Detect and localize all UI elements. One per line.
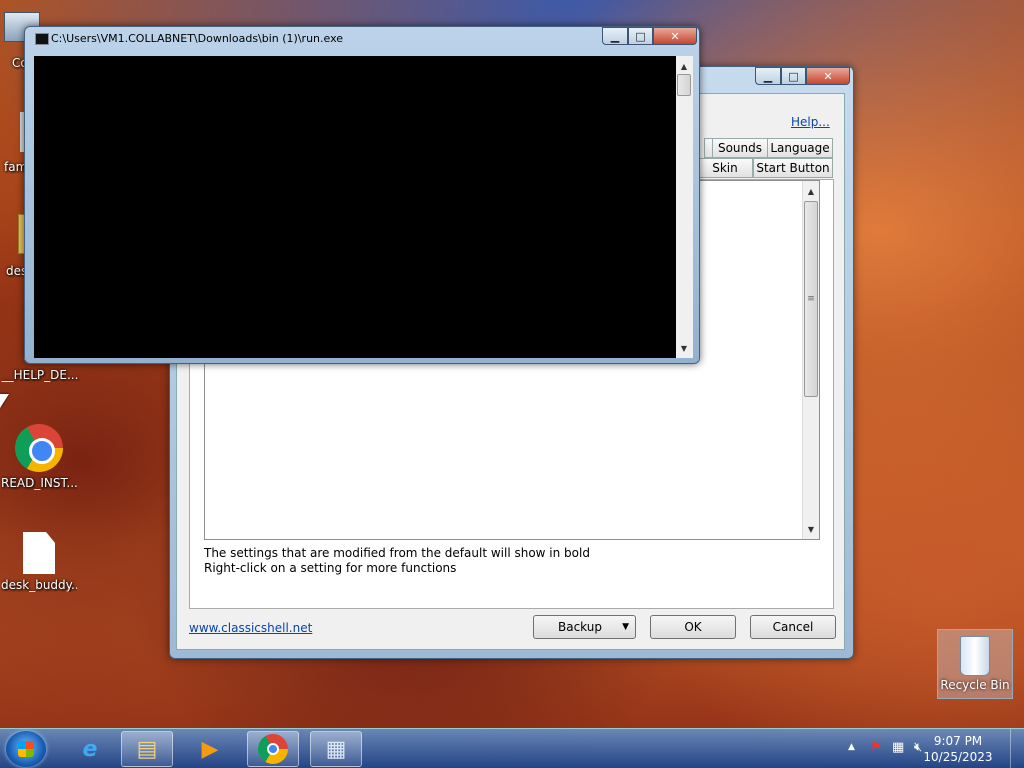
scroll-up-arrow-icon[interactable]: ▲ xyxy=(676,58,692,74)
scroll-up-arrow-icon[interactable]: ▲ xyxy=(803,183,819,199)
info-line-bold-hint: The settings that are modified from the … xyxy=(204,546,590,560)
info-line-right-click-hint: Right-click on a setting for more functi… xyxy=(204,561,457,575)
desktop-icon-desk-buddy[interactable]: desk_buddy... xyxy=(1,532,77,592)
recycle-bin-icon xyxy=(960,636,990,676)
mouse-cursor-icon xyxy=(0,394,9,408)
console-window-icon xyxy=(35,33,49,45)
ok-button[interactable]: OK xyxy=(650,615,736,639)
network-icon[interactable]: ▦ xyxy=(892,740,904,755)
desktop-icon-read-instructions[interactable]: READ_INST... xyxy=(1,424,77,490)
maximize-button[interactable]: □ xyxy=(628,27,653,45)
tab-start-button[interactable]: Start Button xyxy=(753,158,833,178)
desktop-icon-recycle-bin[interactable]: Recycle Bin xyxy=(937,629,1013,699)
scroll-down-arrow-icon[interactable]: ▼ xyxy=(803,521,819,537)
show-desktop-button[interactable] xyxy=(1010,729,1024,768)
backup-button[interactable]: Backup ▼ xyxy=(533,615,636,639)
cancel-button[interactable]: Cancel xyxy=(750,615,836,639)
file-explorer-icon: ▤ xyxy=(136,736,158,762)
maximize-button[interactable]: □ xyxy=(781,67,806,85)
settings-dialog-caption-buttons: ▁ □ ✕ xyxy=(755,67,850,85)
website-link[interactable]: www.classicshell.net xyxy=(189,621,312,635)
desktop-icon-label: desk_buddy... xyxy=(1,578,77,592)
taskbar-button-file-explorer[interactable]: ▤ xyxy=(121,731,173,767)
chrome-center-icon xyxy=(267,743,279,755)
console-window: C:\Users\VM1.COLLABNET\Downloads\bin (1)… xyxy=(24,26,700,364)
close-button[interactable]: ✕ xyxy=(806,67,850,85)
scroll-down-arrow-icon[interactable]: ▼ xyxy=(676,340,692,356)
console-caption-buttons: ▁ □ ✕ xyxy=(602,27,697,45)
close-button[interactable]: ✕ xyxy=(653,27,697,45)
classic-shell-settings-icon: ▦ xyxy=(325,736,347,762)
console-scrollbar[interactable]: ▲ ▼ xyxy=(676,56,693,358)
minimize-button[interactable]: ▁ xyxy=(755,67,781,85)
settings-tree-scrollbar[interactable]: ▲ ≡ ▼ xyxy=(802,181,819,539)
scroll-thumb[interactable]: ≡ xyxy=(804,201,818,397)
show-hidden-icons-icon[interactable]: ▲ xyxy=(848,742,855,752)
console-window-title: C:\Users\VM1.COLLABNET\Downloads\bin (1)… xyxy=(51,32,344,45)
help-link[interactable]: Help... xyxy=(791,115,830,129)
desktop-icon-label: Recycle Bin xyxy=(940,678,1010,692)
system-tray: ▲ ⚑ ▦ 🔇︎ 9:07 PM 10/25/2023 xyxy=(834,729,1024,768)
clock[interactable]: 9:07 PM 10/25/2023 xyxy=(918,733,998,765)
chrome-icon xyxy=(15,424,63,472)
windows-logo-icon xyxy=(18,741,34,757)
minimize-button[interactable]: ▁ xyxy=(602,27,628,45)
tab-skin[interactable]: Skin xyxy=(697,158,753,178)
tab-language[interactable]: Language xyxy=(767,138,833,158)
desktop-icon-label: __HELP_DE... xyxy=(1,368,79,382)
media-player-icon: ▶ xyxy=(201,736,219,762)
console-output-area[interactable] xyxy=(34,56,676,358)
clock-time: 9:07 PM xyxy=(933,734,983,748)
taskbar: e ▤ ▶ ▦ ▲ ⚑ ▦ 🔇︎ 9:07 PM 10/25/2023 xyxy=(0,728,1024,768)
desktop-icon-label: READ_INST... xyxy=(1,476,77,490)
action-center-flag-icon[interactable]: ⚑ xyxy=(870,740,882,755)
scroll-thumb[interactable] xyxy=(677,74,691,96)
taskbar-button-internet-explorer[interactable]: e xyxy=(64,731,116,767)
backup-button-label: Backup xyxy=(558,620,602,634)
tab-sounds[interactable]: Sounds xyxy=(712,138,768,158)
tab-edge-left[interactable] xyxy=(704,138,713,158)
chrome-icon xyxy=(258,734,288,764)
internet-explorer-icon: e xyxy=(82,736,98,762)
taskbar-button-chrome[interactable] xyxy=(247,731,299,767)
file-icon xyxy=(23,532,55,574)
clock-date: 10/25/2023 xyxy=(923,750,993,764)
taskbar-button-media-player[interactable]: ▶ xyxy=(184,731,236,767)
start-button[interactable] xyxy=(6,731,46,767)
dropdown-arrow-icon: ▼ xyxy=(622,622,629,632)
taskbar-button-classic-shell-settings[interactable]: ▦ xyxy=(310,731,362,767)
